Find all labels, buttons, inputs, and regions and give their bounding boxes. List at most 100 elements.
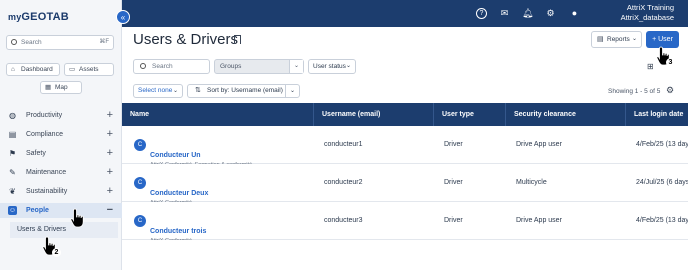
user-status-filter[interactable]: User status ⌄ bbox=[308, 59, 356, 74]
last-login-cell: 4/Feb/25 (13 days bbox=[636, 141, 688, 148]
sidebar-collapse-button[interactable]: « bbox=[116, 10, 130, 24]
last-login-cell: 4/Feb/25 (13 days bbox=[636, 217, 688, 224]
search-icon bbox=[140, 63, 146, 69]
sidebar-item-compliance[interactable]: ▤ Compliance + bbox=[0, 127, 122, 142]
sidebar-item-safety[interactable]: ⚑ Safety + bbox=[0, 146, 122, 161]
help-icon[interactable]: ? bbox=[476, 8, 487, 19]
name-cell: C Conducteur trois AttriX Conformité bbox=[122, 202, 314, 240]
map-icon: ▦ bbox=[45, 84, 52, 91]
step-2-pointer: 2 bbox=[42, 236, 61, 257]
assets-label: Assets bbox=[79, 66, 99, 73]
sidebar-item-label: Maintenance bbox=[26, 169, 67, 176]
globe-icon: ◍ bbox=[9, 111, 16, 120]
expand-icon[interactable]: + bbox=[107, 108, 113, 123]
table-settings-icon[interactable]: ⚙ bbox=[666, 85, 674, 96]
security-clearance-cell: Drive App user bbox=[516, 141, 562, 148]
document-icon: ▤ bbox=[597, 36, 604, 43]
clipboard-icon: ▤ bbox=[8, 130, 17, 139]
username-cell: conducteur1 bbox=[324, 141, 363, 148]
security-clearance-cell: Multicycle bbox=[516, 179, 547, 186]
table-row[interactable]: C Conducteur Deux AttriX Conformité cond… bbox=[122, 164, 688, 202]
map-label: Map bbox=[55, 84, 68, 91]
sidebar-subitem-label: Users & Drivers bbox=[17, 226, 67, 233]
column-header-name[interactable]: Name bbox=[122, 103, 314, 126]
chevron-down-icon: ⌄ bbox=[172, 88, 178, 94]
dashboard-icon: ⌂ bbox=[11, 66, 15, 73]
sidebar-item-label: People bbox=[26, 207, 49, 214]
logo[interactable]: myGEOTAB bbox=[8, 11, 69, 23]
dashboard-label: Dashboard bbox=[21, 66, 53, 73]
map-button[interactable]: ▦ Map bbox=[40, 81, 82, 94]
sort-button[interactable]: ⇅ Sort by: Username (email) ⌄ bbox=[187, 84, 300, 98]
wrench-icon: ✎ bbox=[9, 168, 16, 177]
sidebar: myGEOTAB Search ⌘F ⌂ Dashboard ▭ Assets … bbox=[0, 0, 122, 270]
user-account[interactable]: AttriX Training AttriX_database bbox=[621, 3, 674, 23]
reports-button[interactable]: ▤ Reports ⌄ bbox=[591, 31, 642, 48]
chevron-down-icon[interactable]: ⌄ bbox=[289, 60, 303, 73]
user-status-label: User status bbox=[313, 63, 346, 70]
username-cell: conducteur3 bbox=[324, 217, 363, 224]
pagination-status: Showing 1 - 5 of 5 bbox=[608, 88, 661, 95]
sidebar-item-label: Safety bbox=[26, 150, 46, 157]
column-header-username[interactable]: Username (email) bbox=[314, 103, 434, 126]
page-title: Users & Drivers bbox=[133, 31, 239, 48]
chevron-down-icon[interactable]: ⌄ bbox=[285, 85, 299, 97]
bookmark-icon[interactable] bbox=[234, 35, 241, 44]
sidebar-item-maintenance[interactable]: ✎ Maintenance + bbox=[0, 165, 122, 180]
leaf-icon: ❦ bbox=[9, 187, 16, 196]
app-window: myGEOTAB Search ⌘F ⌂ Dashboard ▭ Assets … bbox=[0, 0, 688, 270]
assets-button[interactable]: ▭ Assets bbox=[64, 63, 114, 76]
step-3-pointer: 3 bbox=[656, 46, 675, 67]
sidebar-item-label: Compliance bbox=[26, 131, 63, 138]
user-type-cell: Driver bbox=[444, 217, 463, 224]
chevron-down-icon: ⌄ bbox=[631, 36, 637, 42]
security-clearance-cell: Drive App user bbox=[516, 217, 562, 224]
logo-prefix: my bbox=[8, 12, 22, 22]
chevron-down-icon: ⌄ bbox=[345, 63, 351, 69]
hand-cursor-icon bbox=[70, 208, 84, 228]
sidebar-item-sustainability[interactable]: ❦ Sustainability + bbox=[0, 184, 122, 199]
search-input[interactable]: Search bbox=[133, 59, 210, 74]
column-header-last-login[interactable]: Last login date bbox=[626, 103, 688, 126]
select-none-button[interactable]: Select none ⌄ bbox=[133, 84, 183, 98]
table-row[interactable]: C Conducteur Un AttriX Conformité, Forma… bbox=[122, 126, 688, 164]
expand-icon[interactable]: + bbox=[107, 127, 113, 142]
add-user-label: User bbox=[658, 36, 673, 43]
sidebar-item-label: Sustainability bbox=[26, 188, 68, 195]
collapse-icon[interactable]: − bbox=[107, 203, 113, 218]
username-cell: conducteur2 bbox=[324, 179, 363, 186]
avatar: C bbox=[134, 215, 146, 227]
sort-label: Sort by: Username (email) bbox=[207, 87, 283, 94]
user-groups: AttriX Conformité bbox=[150, 184, 192, 202]
mail-icon[interactable]: ✉ bbox=[499, 8, 510, 19]
expand-icon[interactable]: + bbox=[107, 165, 113, 180]
dashboard-button[interactable]: ⌂ Dashboard bbox=[6, 63, 60, 76]
sidebar-search-placeholder: Search bbox=[21, 39, 42, 46]
bell-icon[interactable]: 🔔︎ bbox=[522, 8, 533, 19]
select-label: Select none bbox=[138, 87, 173, 94]
search-placeholder: Search bbox=[152, 63, 173, 70]
table-row[interactable]: C Conducteur trois AttriX Conformité con… bbox=[122, 202, 688, 240]
sidebar-search-input[interactable]: Search ⌘F bbox=[6, 35, 114, 50]
table-header: Name Username (email) User type Security… bbox=[122, 103, 688, 126]
search-shortcut: ⌘F bbox=[99, 39, 109, 45]
sidebar-subitem-users-drivers[interactable]: Users & Drivers bbox=[10, 222, 118, 238]
avatar: C bbox=[134, 177, 146, 189]
expand-icon[interactable]: + bbox=[107, 146, 113, 161]
columns-icon[interactable]: ⊞ bbox=[647, 62, 654, 71]
column-header-security-clearance[interactable]: Security clearance bbox=[506, 103, 626, 126]
database-name: AttriX_database bbox=[620, 13, 674, 22]
sidebar-item-people[interactable]: ☺ People − bbox=[0, 203, 122, 218]
groups-filter[interactable]: Groups ⌄ bbox=[214, 59, 304, 74]
user-type-cell: Driver bbox=[444, 179, 463, 186]
sidebar-item-productivity[interactable]: ◍ Productivity + bbox=[0, 108, 122, 123]
user-type-cell: Driver bbox=[444, 141, 463, 148]
user-name: AttriX Training bbox=[626, 3, 674, 12]
user-icon[interactable]: ● bbox=[569, 8, 580, 19]
gear-icon[interactable]: ⚙ bbox=[545, 8, 556, 19]
column-header-user-type[interactable]: User type bbox=[434, 103, 506, 126]
expand-icon[interactable]: + bbox=[107, 184, 113, 199]
sort-icon: ⇅ bbox=[195, 87, 201, 94]
avatar: C bbox=[134, 139, 146, 151]
user-groups: AttriX Conformité bbox=[150, 222, 192, 240]
